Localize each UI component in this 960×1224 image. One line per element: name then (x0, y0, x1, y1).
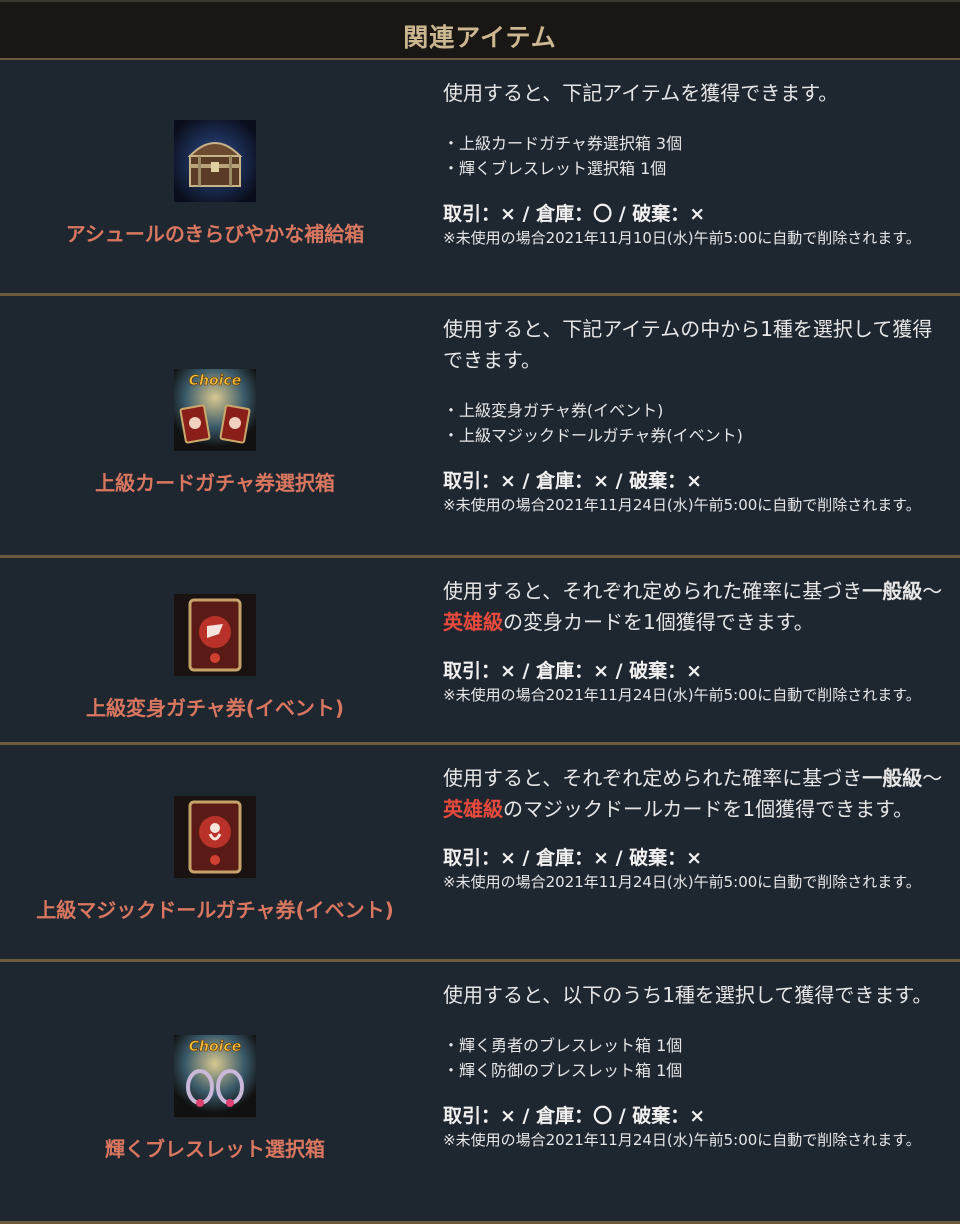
item-description: 使用すると、下記アイテムの中から1種を選択して獲得できます。 (443, 317, 933, 372)
list-item: ・輝くブレスレット選択箱 1個 (443, 159, 667, 178)
expiry-note: ※未使用の場合2021年11月10日(水)午前5:00に自動で削除されます。 (443, 229, 921, 247)
item-detail-cell: 使用すると、下記アイテムの中から1種を選択して獲得できます。 ・上級変身ガチャ券… (430, 296, 960, 555)
reward-list: ・輝く勇者のブレスレット箱 1個 ・輝く防御のブレスレット箱 1個 (443, 1033, 946, 1083)
magic-doll-card-icon (174, 795, 256, 878)
expiry-note: ※未使用の場合2021年11月24日(水)午前5:00に自動で削除されます。 (443, 496, 921, 514)
expiry-note: ※未使用の場合2021年11月24日(水)午前5:00に自動で削除されます。 (443, 1131, 921, 1149)
svg-text:Choice: Choice (189, 1039, 241, 1055)
item-detail-cell: 使用すると、以下のうち1種を選択して獲得できます。 ・輝く勇者のブレスレット箱 … (430, 962, 960, 1221)
item-icon-cell: Choice 輝くブレスレット選択箱 (0, 962, 430, 1221)
item-description: 使用すると、以下のうち1種を選択して獲得できます。 (443, 983, 933, 1007)
svg-text:Choice: Choice (189, 373, 241, 389)
item-row: Choice 上級カードガチャ券選択箱 使用すると、下記アイテムの中から1種を選… (0, 296, 960, 558)
reward-list: ・上級カードガチャ券選択箱 3個 ・輝くブレスレット選択箱 1個 (443, 131, 946, 181)
item-icon-cell: 上級マジックドールガチャ券(イベント) (0, 745, 430, 959)
list-item: ・上級変身ガチャ券(イベント) (443, 401, 664, 420)
item-name: 輝くブレスレット選択箱 (105, 1137, 325, 1161)
item-name: 上級カードガチャ券選択箱 (95, 471, 335, 495)
list-item: ・上級カードガチャ券選択箱 3個 (443, 134, 683, 153)
trade-status: 取引：× / 倉庫：× / 破棄：× (443, 660, 703, 682)
choice-bracelet-box-icon: Choice (174, 1035, 256, 1117)
list-item: ・輝く勇者のブレスレット箱 1個 (443, 1036, 683, 1055)
item-name: 上級マジックドールガチャ券(イベント) (36, 897, 394, 922)
related-items-panel: 関連アイテム アシュールのきらびやかな補給箱 使用すると、下記アイテムを獲得でき… (0, 0, 960, 1224)
transform-card-icon (174, 593, 256, 676)
section-title: 関連アイテム (403, 23, 557, 52)
trade-status: 取引：× / 倉庫：× / 破棄：× (443, 470, 703, 492)
item-description: 使用すると、それぞれ定められた確率に基づき一般級～英雄級のマジックドールカードを… (443, 766, 943, 821)
item-row: アシュールのきらびやかな補給箱 使用すると、下記アイテムを獲得できます。 ・上級… (0, 60, 960, 296)
item-detail-cell: 使用すると、それぞれ定められた確率に基づき一般級～英雄級の変身カードを1個獲得で… (430, 558, 960, 742)
item-name: アシュールのきらびやかな補給箱 (65, 222, 365, 246)
item-icon-cell: アシュールのきらびやかな補給箱 (0, 60, 430, 293)
item-detail-cell: 使用すると、それぞれ定められた確率に基づき一般級～英雄級のマジックドールカードを… (430, 745, 960, 959)
item-icon-cell: 上級変身ガチャ券(イベント) (0, 558, 430, 742)
section-header: 関連アイテム (0, 0, 960, 60)
list-item: ・上級マジックドールガチャ券(イベント) (443, 426, 743, 445)
trade-status: 取引：× / 倉庫：〇 / 破棄：× (443, 203, 706, 225)
item-row: 上級変身ガチャ券(イベント) 使用すると、それぞれ定められた確率に基づき一般級～… (0, 558, 960, 745)
item-row: Choice 輝くブレスレット選択箱 使用すると、以下のうち1種を選択して獲得で… (0, 962, 960, 1224)
expiry-note: ※未使用の場合2021年11月24日(水)午前5:00に自動で削除されます。 (443, 873, 921, 891)
reward-list: ・上級変身ガチャ券(イベント) ・上級マジックドールガチャ券(イベント) (443, 398, 946, 448)
item-name: 上級変身ガチャ券(イベント) (85, 695, 345, 720)
expiry-note: ※未使用の場合2021年11月24日(水)午前5:00に自動で削除されます。 (443, 686, 921, 704)
item-row: 上級マジックドールガチャ券(イベント) 使用すると、それぞれ定められた確率に基づ… (0, 745, 960, 962)
item-detail-cell: 使用すると、下記アイテムを獲得できます。 ・上級カードガチャ券選択箱 3個 ・輝… (430, 60, 960, 293)
trade-status: 取引：× / 倉庫：〇 / 破棄：× (443, 1105, 706, 1127)
trade-status: 取引：× / 倉庫：× / 破棄：× (443, 847, 703, 869)
choice-card-box-icon: Choice (174, 369, 256, 451)
item-description: 使用すると、下記アイテムを獲得できます。 (443, 81, 839, 105)
item-icon-cell: Choice 上級カードガチャ券選択箱 (0, 296, 430, 555)
list-item: ・輝く防御のブレスレット箱 1個 (443, 1061, 683, 1080)
item-description: 使用すると、それぞれ定められた確率に基づき一般級～英雄級の変身カードを1個獲得で… (443, 579, 943, 634)
treasure-chest-icon (174, 120, 256, 202)
